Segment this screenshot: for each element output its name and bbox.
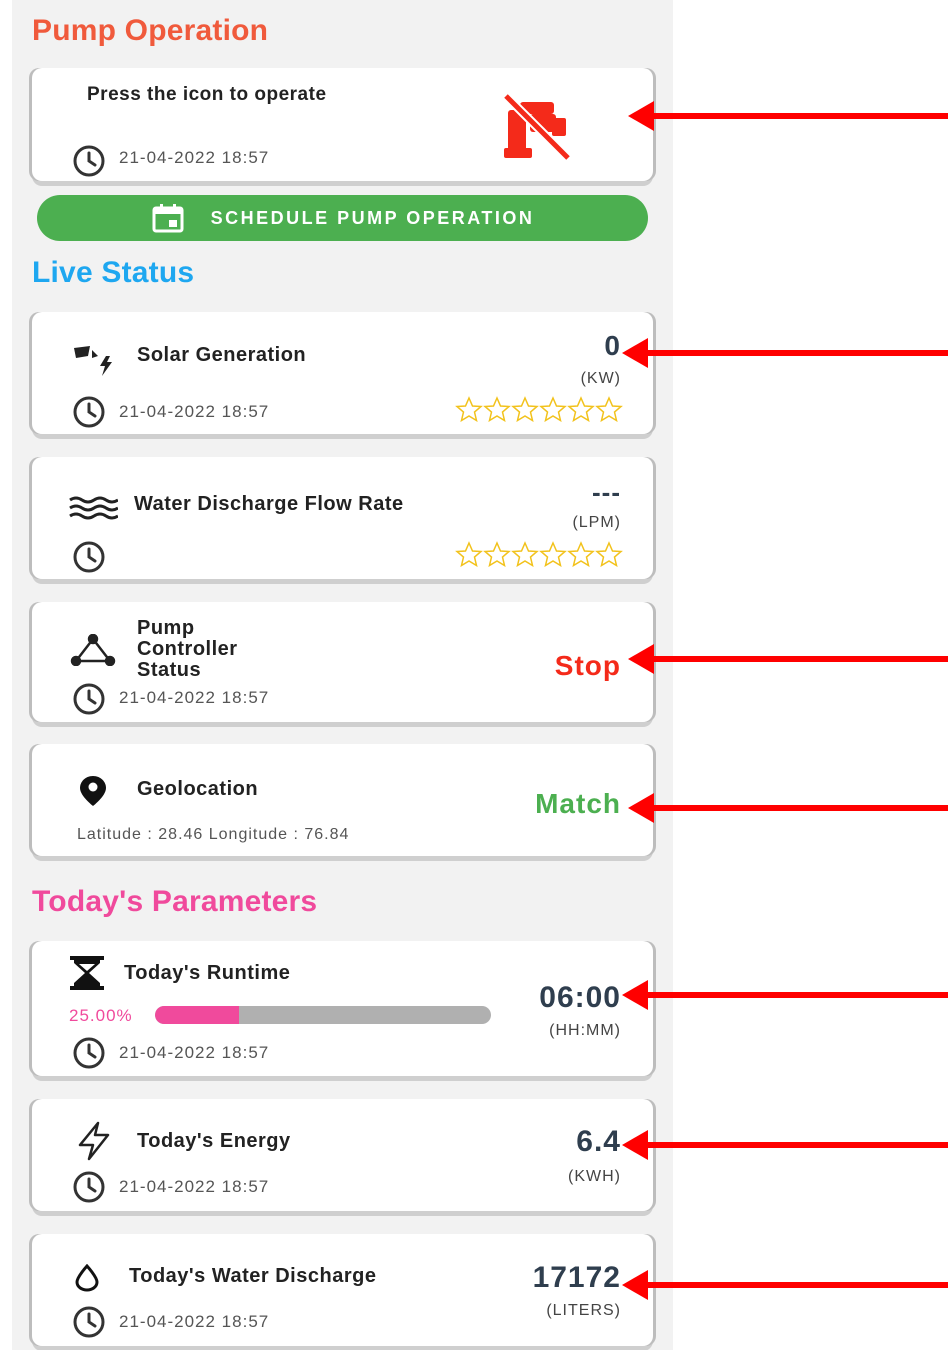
solar-generation-card: Solar Generation 0 (KW) 21-04-2022 18:57 [32,312,653,434]
annotation-arrow-energy [622,1130,948,1160]
clock-icon [73,396,105,428]
clock-icon [73,145,105,177]
pump-controller-status: Stop [554,650,621,681]
todays-runtime-label: Today's Runtime [124,962,291,984]
pump-off-icon[interactable] [502,92,572,162]
clock-icon [73,683,105,715]
geolocation-status: Match [535,788,621,819]
annotation-arrow-runtime [622,980,948,1010]
rating-stars [455,396,622,422]
annotation-arrow-solar [622,338,948,368]
todays-energy-label: Today's Energy [137,1130,291,1152]
water-flow-value: --- [592,477,621,507]
pump-operation-hint: Press the icon to operate [87,84,327,105]
clock-icon [73,1171,105,1203]
pump-operation-timestamp: 21-04-2022 18:57 [119,148,270,167]
geolocation-coordinates: Latitude : 28.46 Longitude : 76.84 [77,826,350,843]
water-flow-card: Water Discharge Flow Rate --- (LPM) [32,457,653,579]
annotation-arrow-water [622,1270,948,1300]
todays-water-discharge-label: Today's Water Discharge [129,1265,377,1287]
todays-water-discharge-card: Today's Water Discharge 17172 (LITERS) 2… [32,1234,653,1346]
live-status-title: Live Status [32,256,195,289]
rating-stars [455,541,622,567]
todays-runtime-timestamp: 21-04-2022 18:57 [119,1043,270,1062]
todays-runtime-value: 06:00 [539,981,621,1014]
pump-controller-timestamp: 21-04-2022 18:57 [119,688,270,707]
todays-energy-value: 6.4 [576,1125,621,1158]
network-icon [70,634,116,666]
solar-generation-label: Solar Generation [137,344,307,366]
calendar-icon [152,204,184,233]
clock-icon [73,1037,105,1069]
todays-energy-card: Today's Energy 6.4 (KWH) 21-04-2022 18:5… [32,1099,653,1211]
clock-icon [73,1306,105,1338]
lightning-icon [78,1121,110,1161]
water-drop-icon [75,1264,99,1292]
annotation-arrow-geolocation [628,793,948,823]
todays-energy-unit: (KWH) [568,1168,621,1185]
waves-icon [69,496,118,520]
pump-operation-card: Press the icon to operate 21-04-2022 18:… [32,68,653,181]
geolocation-label: Geolocation [137,778,259,800]
location-pin-icon [80,776,106,806]
solar-power-icon [74,346,112,376]
solar-generation-unit: (KW) [580,370,621,387]
solar-generation-timestamp: 21-04-2022 18:57 [119,402,270,421]
schedule-button-label: SCHEDULE PUMP OPERATION [210,207,535,228]
runtime-progress-bar [155,1006,491,1024]
todays-water-discharge-value: 17172 [532,1261,621,1294]
pump-controller-card: Pump Controller Status Stop 21-04-2022 1… [32,602,653,722]
clock-icon [73,541,105,573]
todays-runtime-unit: (HH:MM) [549,1022,621,1039]
todays-parameters-title: Today's Parameters [32,885,318,918]
runtime-percent: 25.00% [69,1006,133,1025]
pump-operation-title: Pump Operation [32,14,269,47]
solar-generation-value: 0 [604,330,621,361]
annotation-arrow-pump [628,101,948,131]
todays-water-discharge-timestamp: 21-04-2022 18:57 [119,1312,270,1331]
water-flow-label: Water Discharge Flow Rate [134,493,404,515]
pump-controller-label: Pump Controller Status [137,617,238,681]
todays-water-discharge-unit: (LITERS) [546,1302,621,1319]
todays-runtime-card: Today's Runtime 25.00% 06:00 (HH:MM) 21-… [32,941,653,1076]
hourglass-icon [70,956,104,990]
water-flow-unit: (LPM) [572,514,621,531]
todays-energy-timestamp: 21-04-2022 18:57 [119,1177,270,1196]
runtime-progress-fill [155,1006,239,1024]
geolocation-card: Geolocation Match Latitude : 28.46 Longi… [32,744,653,856]
schedule-pump-operation-button[interactable]: SCHEDULE PUMP OPERATION [37,195,648,241]
annotation-arrow-controller [628,644,948,674]
